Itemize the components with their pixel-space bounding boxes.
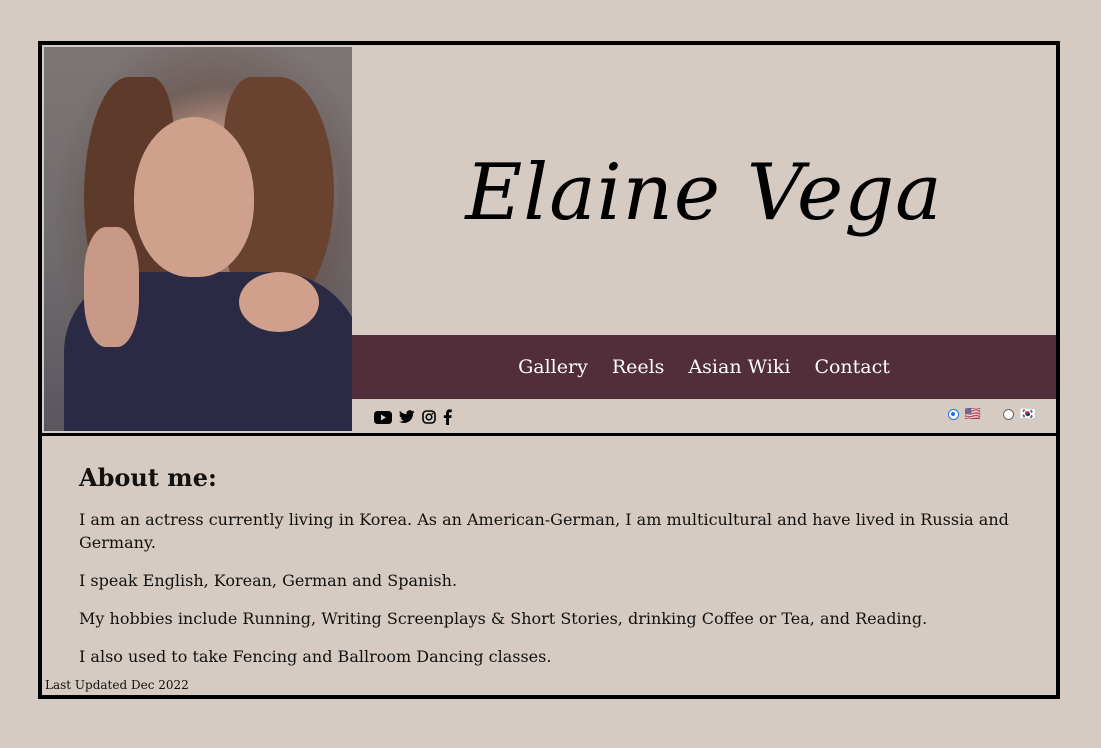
facebook-icon[interactable] [443, 409, 452, 425]
icons-bar: 🇺🇸 🇰🇷 [352, 399, 1056, 433]
us-flag-icon: 🇺🇸 [964, 407, 981, 422]
main-nav: Gallery Reels Asian Wiki Contact [352, 335, 1056, 399]
about-heading: About me: [79, 463, 217, 492]
about-paragraph: I am an actress currently living in Kore… [79, 510, 1009, 552]
nav-reels[interactable]: Reels [612, 356, 665, 378]
nav-contact[interactable]: Contact [814, 356, 889, 378]
kr-flag-icon: 🇰🇷 [1019, 407, 1036, 422]
about-paragraph: I speak English, Korean, German and Span… [79, 571, 458, 590]
page-frame: Elaine Vega Gallery Reels Asian Wiki Con… [38, 41, 1060, 699]
language-radio-en[interactable] [947, 409, 959, 420]
last-updated: Last Updated Dec 2022 [45, 678, 189, 692]
youtube-icon[interactable] [374, 410, 392, 424]
header: Elaine Vega Gallery Reels Asian Wiki Con… [42, 45, 1056, 436]
social-links [374, 409, 452, 425]
language-radio-ko[interactable] [1002, 409, 1014, 420]
title-area: Elaine Vega [352, 45, 1056, 335]
nav-gallery[interactable]: Gallery [518, 356, 588, 378]
about-section: About me: I am an actress currently livi… [79, 459, 1016, 683]
nav-asian-wiki[interactable]: Asian Wiki [688, 356, 790, 378]
instagram-icon[interactable] [422, 410, 436, 424]
site-title: Elaine Vega [465, 148, 943, 238]
twitter-icon[interactable] [399, 410, 415, 424]
profile-photo [44, 47, 352, 431]
language-selector: 🇺🇸 🇰🇷 [947, 407, 1036, 422]
about-paragraph: My hobbies include Running, Writing Scre… [79, 609, 928, 628]
about-paragraph: I also used to take Fencing and Ballroom… [79, 647, 552, 666]
